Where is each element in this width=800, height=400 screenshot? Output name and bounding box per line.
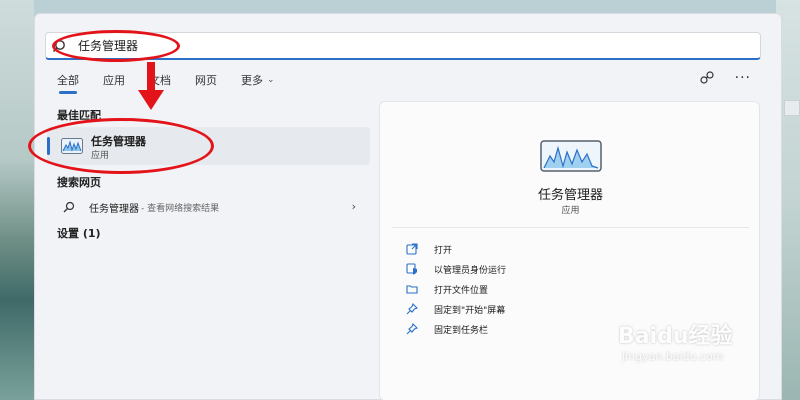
- search-icon: [63, 201, 75, 213]
- action-run-as-admin-label: 以管理员身份运行: [434, 265, 507, 276]
- chevron-down-icon: ⌄: [267, 75, 275, 85]
- web-search-item[interactable]: 任务管理器 - 查看网络搜索结果 ›: [47, 196, 370, 218]
- annotation-ellipse-best-match: [28, 118, 214, 174]
- divider: [392, 227, 749, 228]
- action-pin-to-taskbar[interactable]: 固定到任务栏: [406, 319, 506, 339]
- chevron-right-icon: ›: [351, 200, 356, 213]
- tab-apps[interactable]: 应用: [103, 72, 125, 88]
- action-open-label: 打开: [434, 245, 453, 256]
- account-share-icon[interactable]: [699, 70, 715, 86]
- detail-actions: 打开 以管理员身份运行 打开文件位置 固定到"开始"屏幕 固定到任务栏: [406, 239, 506, 339]
- task-manager-large-icon: [540, 140, 602, 172]
- action-pin-to-taskbar-label: 固定到任务栏: [434, 325, 489, 336]
- annotation-ellipse-search: [52, 30, 180, 62]
- action-pin-to-start[interactable]: 固定到"开始"屏幕: [406, 299, 506, 319]
- web-search-suffix: - 查看网络搜索结果: [141, 203, 220, 214]
- shield-icon: [406, 263, 417, 275]
- desktop-wallpaper-left: [0, 0, 34, 400]
- baidu-watermark: Baidu经验 jingyan.baidu.com: [618, 318, 758, 388]
- action-open-file-location[interactable]: 打开文件位置: [406, 279, 506, 299]
- more-options-icon[interactable]: ···: [735, 70, 751, 86]
- web-search-header: 搜索网页: [57, 176, 101, 189]
- window-edge-peek: [784, 100, 800, 116]
- tab-more-label: 更多: [241, 74, 263, 87]
- open-external-icon: [406, 243, 418, 255]
- action-open-file-location-label: 打开文件位置: [434, 285, 489, 296]
- action-run-as-admin[interactable]: 以管理员身份运行: [406, 259, 506, 279]
- pin-icon: [406, 323, 418, 335]
- tab-web[interactable]: 网页: [195, 72, 217, 88]
- detail-subtitle: 应用: [561, 206, 580, 216]
- pin-icon: [406, 303, 418, 315]
- watermark-main: Baidu经验: [618, 324, 733, 349]
- folder-icon: [406, 285, 418, 294]
- watermark-sub: jingyan.baidu.com: [622, 350, 724, 363]
- web-search-query: 任务管理器: [89, 203, 139, 215]
- detail-title: 任务管理器: [537, 188, 603, 203]
- tab-all[interactable]: 全部: [57, 72, 79, 94]
- settings-header[interactable]: 设置 (1): [57, 225, 101, 241]
- tab-more[interactable]: 更多 ⌄: [241, 72, 275, 88]
- panel-toolbar: ···: [699, 70, 751, 86]
- action-open[interactable]: 打开: [406, 239, 506, 259]
- annotation-arrow-down: [138, 62, 164, 110]
- search-filter-tabs: 全部 应用 文档 网页 更多 ⌄: [57, 70, 299, 94]
- action-pin-to-start-label: 固定到"开始"屏幕: [434, 305, 506, 316]
